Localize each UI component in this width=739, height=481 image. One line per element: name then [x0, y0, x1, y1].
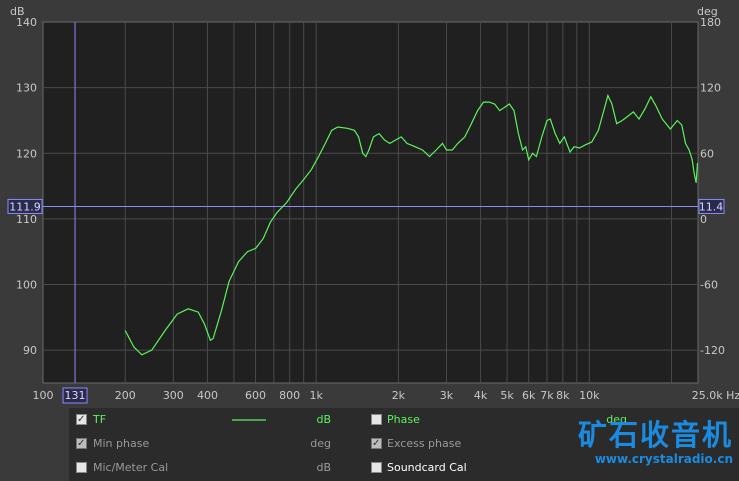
excess-phase-label: Excess phase [387, 437, 462, 450]
y-tick-label: 90 [23, 344, 37, 357]
frequency-response-chart: 90100110120130140 -120-60060120180 100 20… [7, 5, 739, 404]
right-axis-unit: deg [697, 5, 718, 18]
x-tick-label: 1k [309, 389, 323, 402]
cursor-y-label: 111.9 [9, 200, 41, 213]
y-tick-label: 100 [16, 279, 37, 292]
left-axis-unit: dB [10, 5, 25, 18]
x-tick-label: 800 [279, 389, 300, 402]
min-phase-checkbox[interactable] [76, 434, 87, 454]
phase-checkbox[interactable] [371, 414, 382, 425]
x-tick-label: 8k [556, 389, 570, 402]
y2-tick-label: -120 [700, 344, 725, 357]
x-tick-label: 10k [579, 389, 600, 402]
phase-label: Phase [387, 413, 420, 426]
x-tick-label: 25.0k Hz [692, 389, 739, 402]
mic-meter-cal-checkbox[interactable] [76, 462, 87, 473]
min-phase-unit: deg [310, 437, 331, 450]
y2-tick-label: 120 [700, 82, 721, 95]
x-tick-label: 300 [163, 389, 184, 402]
y2-tick-label: -60 [700, 279, 718, 292]
watermark: 矿石收音机 www.crystalradio.cn [578, 418, 733, 466]
x-tick-label: 2k [392, 389, 406, 402]
tf-unit: dB [316, 413, 331, 426]
left-axis-ticks: 90100110120130140 [16, 16, 37, 357]
x-tick-label: 200 [115, 389, 136, 402]
x-tick-label: 400 [197, 389, 218, 402]
min-phase-label: Min phase [93, 437, 150, 450]
watermark-url: www.crystalradio.cn [594, 452, 733, 466]
y2-tick-label: 0 [700, 213, 707, 226]
x-axis-ticks: 100 200 300 400 600 800 1k 2k 3k 4k 5k 6k 7k 8k 10k 25.… [33, 389, 739, 402]
excess-phase-checkbox[interactable] [371, 434, 382, 454]
x-tick-label: 100 [33, 389, 54, 402]
cursor-y2-label: 11.4 [699, 200, 724, 213]
x-tick-label: 5k [500, 389, 514, 402]
soundcard-cal-label: Soundcard Cal [387, 461, 467, 474]
soundcard-cal-checkbox[interactable] [371, 462, 382, 473]
x-tick-label: 600 [245, 389, 266, 402]
tf-legend-line [232, 419, 266, 421]
right-axis-ticks: -120-60060120180 [700, 16, 725, 357]
y-tick-label: 110 [16, 213, 37, 226]
y2-tick-label: 60 [700, 147, 714, 160]
watermark-name: 矿石收音机 [577, 418, 733, 452]
mic-meter-cal-unit: dB [316, 461, 331, 474]
y-tick-label: 130 [16, 82, 37, 95]
tf-checkbox[interactable] [76, 410, 87, 430]
y-tick-label: 120 [16, 147, 37, 160]
tf-label: TF [93, 413, 107, 426]
x-tick-label: 3k [440, 389, 454, 402]
cursor-x-label: 131 [65, 389, 86, 402]
x-tick-label: 6k [522, 389, 536, 402]
plot-area [42, 21, 699, 384]
x-tick-label: 7k [540, 389, 554, 402]
mic-meter-cal-label: Mic/Meter Cal [93, 461, 169, 474]
x-tick-label: 4k [474, 389, 488, 402]
